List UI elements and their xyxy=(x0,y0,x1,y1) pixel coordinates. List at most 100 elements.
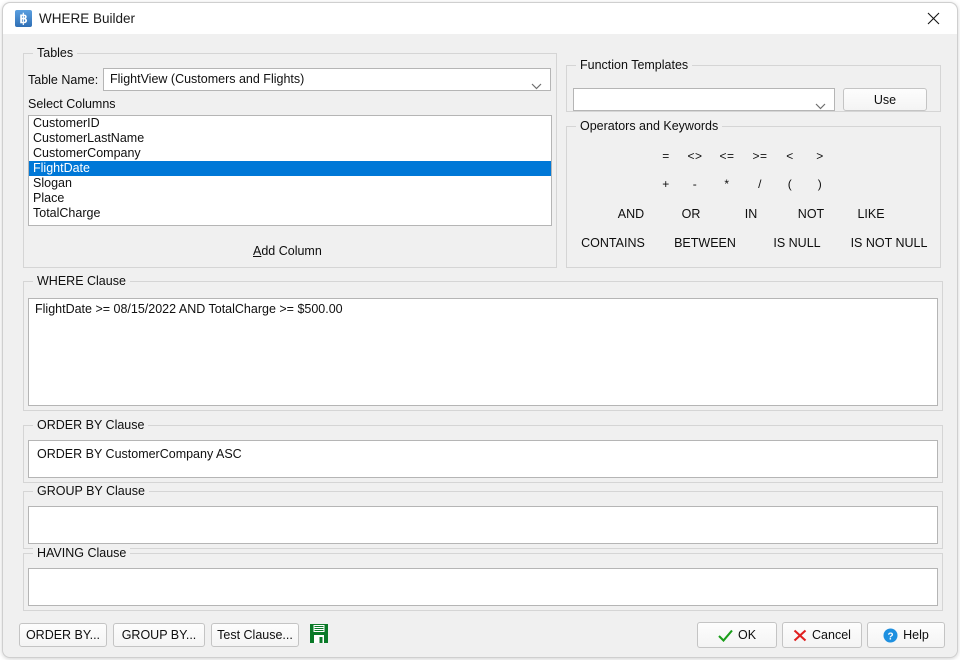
keyword-button[interactable]: CONTAINS xyxy=(567,235,659,251)
select-columns-label: Select Columns xyxy=(28,97,116,111)
column-list-item[interactable]: TotalCharge xyxy=(29,206,551,221)
order-by-clause-legend: ORDER BY Clause xyxy=(33,418,149,432)
where-clause-input[interactable]: FlightDate >= 08/15/2022 AND TotalCharge… xyxy=(28,298,938,406)
x-icon xyxy=(793,629,807,642)
operator-button[interactable]: / xyxy=(746,176,774,192)
help-label: Help xyxy=(903,628,929,642)
ok-label: OK xyxy=(737,628,757,642)
column-list-item-label: FlightDate xyxy=(33,161,90,175)
keyword-label: IN xyxy=(744,207,758,221)
test-clause-label: Test Clause... xyxy=(217,628,293,642)
operator-button[interactable]: < xyxy=(776,148,804,164)
question-mark-icon: ? xyxy=(883,628,898,643)
column-list-item-label: CustomerCompany xyxy=(33,146,141,160)
ok-button[interactable]: OK xyxy=(697,622,777,648)
operator-label: < xyxy=(786,149,794,163)
add-column-label: dd Column xyxy=(261,244,322,258)
save-floppy-icon[interactable] xyxy=(309,623,331,647)
where-clause-legend: WHERE Clause xyxy=(33,274,130,288)
check-icon-svg xyxy=(718,629,733,642)
keyword-label: NOT xyxy=(797,207,825,221)
keyword-button[interactable]: BETWEEN xyxy=(659,235,751,251)
keyword-label: IS NULL xyxy=(773,236,821,250)
chevron-down-icon xyxy=(531,77,542,95)
operator-button[interactable]: ) xyxy=(806,176,834,192)
test-clause-button[interactable]: Test Clause... xyxy=(211,623,299,647)
select-columns-listbox[interactable]: CustomerID CustomerLastName CustomerCompan… xyxy=(28,115,552,226)
column-list-item[interactable]: Place xyxy=(29,191,551,206)
close-icon-svg xyxy=(927,12,940,25)
operator-label: * xyxy=(724,177,730,191)
x-icon-svg xyxy=(793,629,807,641)
keyword-label: IS NOT NULL xyxy=(850,236,928,250)
svg-text:?: ? xyxy=(888,631,894,642)
having-clause-legend: HAVING Clause xyxy=(33,546,131,560)
use-template-label: Use xyxy=(873,92,897,107)
column-list-item[interactable]: FlightDate xyxy=(29,161,551,176)
close-icon[interactable] xyxy=(911,3,957,34)
operator-label: / xyxy=(758,177,762,191)
operator-button[interactable]: = xyxy=(652,148,680,164)
keyword-label: LIKE xyxy=(857,207,885,221)
function-template-combo[interactable] xyxy=(573,88,835,111)
operator-label: + xyxy=(662,177,670,191)
column-list-item-label: CustomerID xyxy=(33,116,100,130)
check-icon xyxy=(718,629,733,642)
function-templates-legend: Function Templates xyxy=(576,58,693,72)
column-list-item-label: CustomerLastName xyxy=(33,131,145,145)
operator-button[interactable]: >= xyxy=(746,148,774,164)
operator-button[interactable]: - xyxy=(681,176,709,192)
order-by-clause-input[interactable]: ORDER BY CustomerCompany ASC xyxy=(28,440,938,478)
operator-label: ) xyxy=(817,177,823,191)
column-list-item[interactable]: CustomerLastName xyxy=(29,131,551,146)
operator-button[interactable]: <> xyxy=(681,148,709,164)
keyword-button[interactable]: IS NULL xyxy=(751,235,843,251)
column-list-item-label: Slogan xyxy=(33,176,72,190)
keyword-button[interactable]: IS NOT NULL xyxy=(843,235,935,251)
keyword-label: BETWEEN xyxy=(674,236,736,250)
operator-label: <= xyxy=(719,149,735,163)
use-template-button[interactable]: Use xyxy=(843,88,927,111)
column-list-item[interactable]: CustomerID xyxy=(29,116,551,131)
where-clause-value: FlightDate >= 08/15/2022 AND TotalCharge… xyxy=(35,302,343,316)
operator-button[interactable]: * xyxy=(713,176,741,192)
group-by-clause-input[interactable] xyxy=(28,506,938,544)
window-title: WHERE Builder xyxy=(39,11,136,26)
table-name-value: FlightView (Customers and Flights) xyxy=(110,72,305,86)
operator-label: >= xyxy=(752,149,768,163)
table-name-label: Table Name: xyxy=(28,73,99,87)
app-icon-glyph: ฿ xyxy=(19,11,28,26)
having-clause-input[interactable] xyxy=(28,568,938,606)
column-list-item[interactable]: CustomerCompany xyxy=(29,146,551,161)
keyword-label: CONTAINS xyxy=(581,236,645,250)
operator-label: <> xyxy=(687,149,703,163)
operator-button[interactable]: <= xyxy=(713,148,741,164)
group-by-dialog-button[interactable]: GROUP BY... xyxy=(113,623,205,647)
operator-label: > xyxy=(816,149,824,163)
order-by-clause-value: ORDER BY CustomerCompany ASC xyxy=(37,447,242,461)
add-column-button[interactable]: Add Column xyxy=(253,244,322,258)
column-list-item-label: Place xyxy=(33,191,65,205)
operator-button[interactable]: + xyxy=(652,176,680,192)
order-by-dialog-button[interactable]: ORDER BY... xyxy=(19,623,107,647)
operator-button[interactable]: > xyxy=(806,148,834,164)
app-icon: ฿ xyxy=(15,10,32,27)
column-list-item[interactable]: Slogan xyxy=(29,176,551,191)
keyword-label: AND xyxy=(617,207,645,221)
cancel-button[interactable]: Cancel xyxy=(782,622,862,648)
bottom-button-bar: ORDER BY... GROUP BY... Test Clause... O… xyxy=(3,611,957,657)
chevron-down-icon xyxy=(815,97,826,115)
help-button[interactable]: ? Help xyxy=(867,622,945,648)
group-by-dialog-label: GROUP BY... xyxy=(121,628,197,642)
operator-label: ( xyxy=(787,177,793,191)
chevron-down-icon-svg xyxy=(815,103,826,109)
operator-button[interactable]: ( xyxy=(776,176,804,192)
table-name-combo[interactable]: FlightView (Customers and Flights) xyxy=(103,68,551,91)
column-list-item-label: TotalCharge xyxy=(33,206,101,220)
operator-label: = xyxy=(662,149,670,163)
where-builder-window: ฿ WHERE Builder Tables Table Name: Fligh… xyxy=(2,2,958,658)
tables-group-legend: Tables xyxy=(33,46,78,60)
keyword-label: OR xyxy=(681,207,701,221)
chevron-down-icon-svg xyxy=(531,83,542,89)
keyword-button[interactable]: LIKE xyxy=(831,206,911,222)
